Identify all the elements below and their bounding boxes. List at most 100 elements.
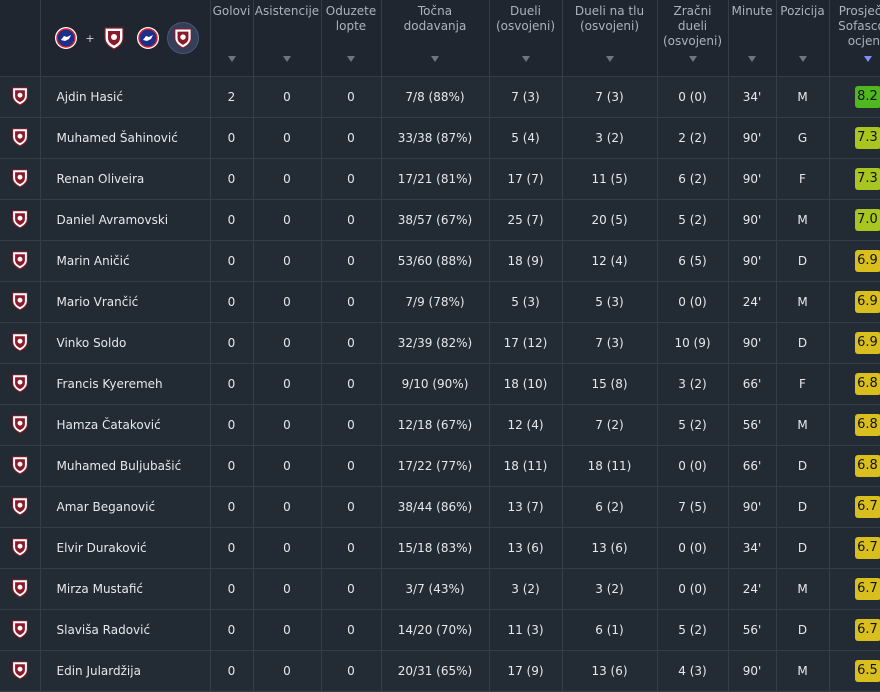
player-name[interactable]: Amar Beganović [40,487,210,528]
rating-cell: 7.0 [829,200,880,241]
table-row[interactable]: Mirza Mustafić0003/7 (43%)3 (2)3 (2)0 (0… [0,569,880,610]
stat-ground: 6 (2) [562,487,657,528]
table-row[interactable]: Muhamed Šahinović00033/38 (87%)5 (4)3 (2… [0,118,880,159]
table-row[interactable]: Daniel Avramovski00038/57 (67%)25 (7)20 … [0,200,880,241]
team-cell [0,569,40,610]
stat-position: D [776,241,829,282]
team-a-button[interactable] [133,23,163,53]
team-cell [0,159,40,200]
table-row[interactable]: Edin Julardžija00020/31 (65%)17 (9)13 (6… [0,651,880,692]
stat-assists: 0 [253,364,321,405]
player-name[interactable]: Muhamed Šahinović [40,118,210,159]
player-name[interactable]: Edin Julardžija [40,651,210,692]
sort-arrow-icon [228,56,236,62]
header-tackles[interactable]: Oduzetelopte [321,0,381,77]
player-name[interactable]: Elvir Duraković [40,528,210,569]
rating-cell: 6.9 [829,282,880,323]
player-name[interactable]: Ajdin Hasić [40,77,210,118]
table-row[interactable]: Slaviša Radović00014/20 (70%)11 (3)6 (1)… [0,610,880,651]
player-name[interactable]: Renan Oliveira [40,159,210,200]
table-row[interactable]: Renan Oliveira00017/21 (81%)17 (7)11 (5)… [0,159,880,200]
stat-duels: 5 (4) [489,118,562,159]
player-name[interactable]: Marin Aničić [40,241,210,282]
team-b-button-selected[interactable] [167,22,199,54]
rating-cell: 7.3 [829,118,880,159]
stat-tackles: 0 [321,405,381,446]
club-shield-icon [11,537,29,560]
stat-passes: 32/39 (82%) [381,323,489,364]
table-row[interactable]: Hamza Čataković00012/18 (67%)12 (4)7 (2)… [0,405,880,446]
rating-cell: 6.7 [829,569,880,610]
table-row[interactable]: Mario Vrančić0007/9 (78%)5 (3)5 (3)0 (0)… [0,282,880,323]
stat-tackles: 0 [321,528,381,569]
player-name[interactable]: Mario Vrančić [40,282,210,323]
rating-badge: 8.2 [855,86,880,108]
header-assists[interactable]: Asistencije [253,0,321,77]
stat-duels: 7 (3) [489,77,562,118]
player-name[interactable]: Hamza Čataković [40,405,210,446]
stat-tackles: 0 [321,487,381,528]
header-rating[interactable]: ProsječnaSofascoreocjena [829,0,880,77]
player-name[interactable]: Francis Kyeremeh [40,364,210,405]
table-row[interactable]: Ajdin Hasić2007/8 (88%)7 (3)7 (3)0 (0)34… [0,77,880,118]
header-aerial-duels[interactable]: Zračnidueli(osvojeni) [657,0,728,77]
stat-duels: 3 (2) [489,569,562,610]
table-row[interactable]: Vinko Soldo00032/39 (82%)17 (12)7 (3)10 … [0,323,880,364]
rating-badge: 6.7 [855,578,880,600]
header-ground-duels[interactable]: Dueli na tlu(osvojeni) [562,0,657,77]
club-shield-icon [11,619,29,642]
stat-assists: 0 [253,200,321,241]
stat-goals: 0 [210,159,253,200]
stat-ground: 3 (2) [562,118,657,159]
stat-passes: 38/44 (86%) [381,487,489,528]
stat-assists: 0 [253,569,321,610]
stat-ground: 12 (4) [562,241,657,282]
sort-arrow-icon [431,56,439,62]
rating-badge: 6.5 [855,660,880,682]
table-row[interactable]: Francis Kyeremeh0009/10 (90%)18 (10)15 (… [0,364,880,405]
rating-badge: 7.0 [855,209,880,231]
stat-duels: 17 (12) [489,323,562,364]
stat-goals: 0 [210,651,253,692]
stat-assists: 0 [253,118,321,159]
player-name[interactable]: Muhamed Buljubašić [40,446,210,487]
stat-aerial: 7 (5) [657,487,728,528]
rating-cell: 6.7 [829,487,880,528]
stat-goals: 0 [210,405,253,446]
stat-ground: 13 (6) [562,528,657,569]
stat-ground: 13 (6) [562,651,657,692]
table-row[interactable]: Amar Beganović00038/44 (86%)13 (7)6 (2)7… [0,487,880,528]
header-duels[interactable]: Dueli(osvojeni) [489,0,562,77]
stat-passes: 9/10 (90%) [381,364,489,405]
player-name[interactable]: Mirza Mustafić [40,569,210,610]
stat-assists: 0 [253,610,321,651]
rating-badge: 6.7 [855,619,880,641]
team-b-filter-button[interactable] [99,23,129,53]
team-a-crest-icon [136,26,160,50]
stat-tackles: 0 [321,118,381,159]
stat-goals: 0 [210,282,253,323]
player-name[interactable]: Slaviša Radović [40,610,210,651]
club-shield-icon [11,168,29,191]
stat-minutes: 66' [728,364,776,405]
stat-goals: 0 [210,364,253,405]
team-b-crest-icon [173,27,193,49]
stat-ground: 15 (8) [562,364,657,405]
stat-ground: 7 (3) [562,323,657,364]
table-row[interactable]: Muhamed Buljubašić00017/22 (77%)18 (11)1… [0,446,880,487]
header-goals[interactable]: Golovi [210,0,253,77]
player-name[interactable]: Vinko Soldo [40,323,210,364]
club-shield-icon [11,127,29,150]
table-row[interactable]: Elvir Duraković00015/18 (83%)13 (6)13 (6… [0,528,880,569]
header-minutes[interactable]: Minute [728,0,776,77]
header-passes[interactable]: Točnadodavanja [381,0,489,77]
header-position[interactable]: Pozicija [776,0,829,77]
stat-passes: 53/60 (88%) [381,241,489,282]
player-name[interactable]: Daniel Avramovski [40,200,210,241]
stat-tackles: 0 [321,364,381,405]
table-row[interactable]: Marin Aničić00053/60 (88%)18 (9)12 (4)6 … [0,241,880,282]
stat-goals: 0 [210,446,253,487]
club-shield-icon [11,373,29,396]
team-a-filter-button[interactable] [51,23,81,53]
stat-position: D [776,487,829,528]
